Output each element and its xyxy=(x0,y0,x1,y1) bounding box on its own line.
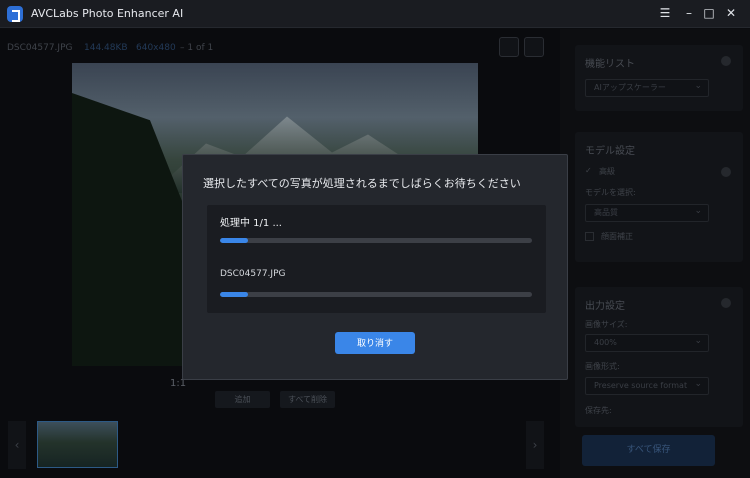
overall-progress-fill xyxy=(220,238,249,243)
progress-box: 処理中 1/1 ... DSC04577.JPG xyxy=(207,205,546,313)
menu-icon[interactable]: ☰ xyxy=(656,4,674,22)
maximize-icon[interactable]: □ xyxy=(700,4,718,22)
app-logo-icon xyxy=(7,6,23,22)
minimize-icon[interactable]: – xyxy=(680,4,698,22)
overall-progress-bar xyxy=(220,238,532,243)
close-icon[interactable]: ✕ xyxy=(722,4,740,22)
app-title: AVCLabs Photo Enhancer AI xyxy=(31,7,184,20)
processing-dialog: 選択したすべての写真が処理されるまでしばらくお待ちください 処理中 1/1 ..… xyxy=(182,154,568,380)
progress-label: 処理中 1/1 ... xyxy=(220,218,282,229)
dialog-title: 選択したすべての写真が処理されるまでしばらくお待ちください xyxy=(203,177,521,190)
file-progress-bar xyxy=(220,292,532,297)
file-progress-fill xyxy=(220,292,249,297)
current-file-label: DSC04577.JPG xyxy=(220,269,286,279)
title-bar: AVCLabs Photo Enhancer AI ☰ – □ ✕ xyxy=(0,0,750,28)
cancel-button[interactable]: 取り消す xyxy=(335,332,415,354)
